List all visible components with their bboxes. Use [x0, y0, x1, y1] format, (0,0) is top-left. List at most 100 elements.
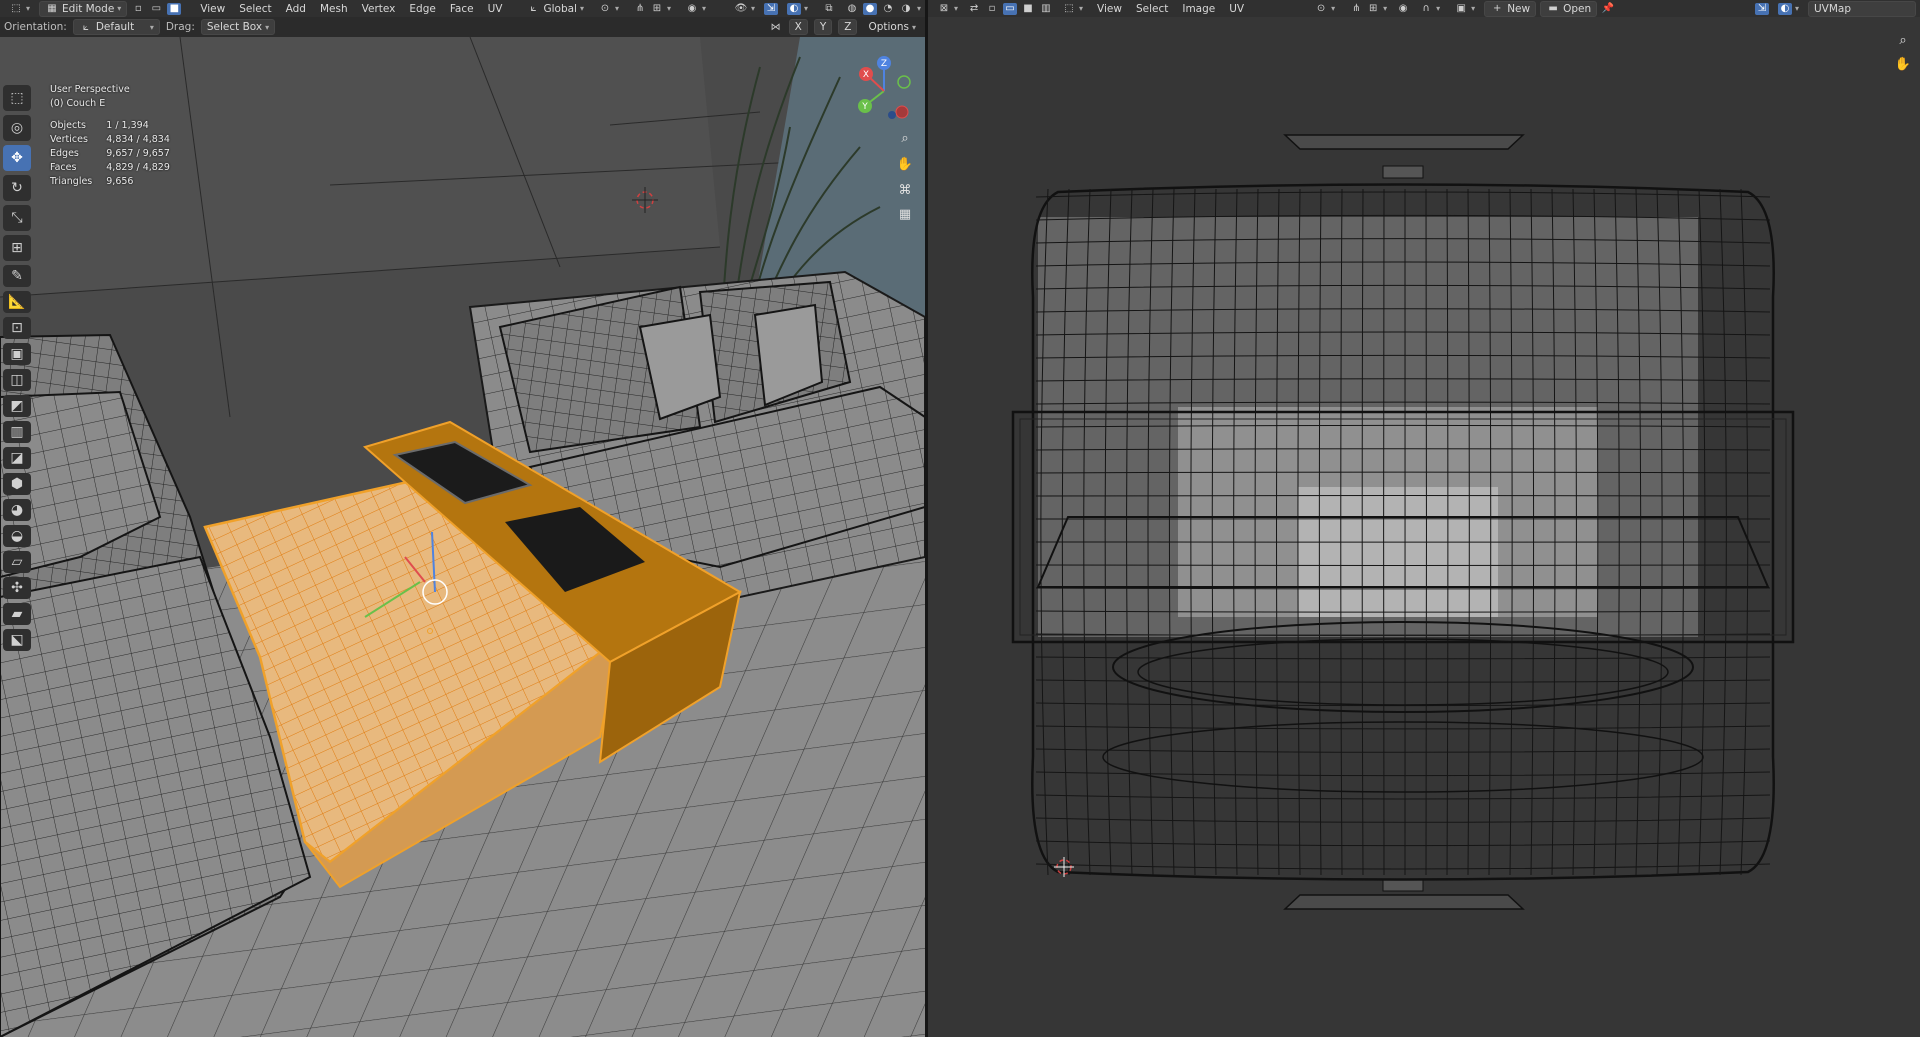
- knife-tool[interactable]: ◪: [3, 447, 31, 469]
- magnet-icon: ⋔: [635, 3, 645, 14]
- uvmap-label: UVMap: [1814, 2, 1852, 15]
- uv-menu-image[interactable]: Image: [1177, 2, 1220, 16]
- tool-settings-bar: Orientation: ⟀ Default ▾ Drag: Select Box ▾…: [0, 17, 925, 37]
- menu-mesh[interactable]: Mesh: [315, 2, 353, 16]
- transform-orientation-label: Global: [543, 2, 577, 15]
- cursor-icon: ⬚: [10, 90, 24, 106]
- zoom-icon[interactable]: ⌕: [894, 127, 916, 149]
- editor-type-button[interactable]: ⬚ ▾: [4, 2, 35, 16]
- wireframe-shading-icon[interactable]: ◍: [845, 3, 859, 15]
- edge-select-icon[interactable]: ▭: [149, 3, 163, 15]
- menu-add[interactable]: Add: [281, 2, 311, 16]
- viewport-stats-overlay: User Perspective (0) Couch E Objects 1 / …: [50, 83, 184, 189]
- uv-face-select-icon[interactable]: ■: [1021, 3, 1035, 15]
- mirror-icon[interactable]: ⋈: [769, 21, 783, 33]
- inset-tool[interactable]: ◫: [3, 369, 31, 391]
- uv-edge-select-icon[interactable]: ▭: [1003, 2, 1018, 15]
- spin-tool[interactable]: ◕: [3, 499, 31, 521]
- uv-pivot-dropdown[interactable]: ⊙ ▾: [1309, 2, 1340, 16]
- 3d-viewport[interactable]: User Perspective (0) Couch E Objects 1 / …: [0, 37, 925, 1037]
- gizmo-toggle-icon[interactable]: ⇲: [763, 2, 778, 15]
- menu-view[interactable]: View: [195, 2, 230, 16]
- bevel-tool[interactable]: ◩: [3, 395, 31, 417]
- shrink-fatten-tool[interactable]: ✣: [3, 577, 31, 599]
- uv-overlay-dropdown[interactable]: ◐ ▾: [1773, 2, 1804, 16]
- menu-uv[interactable]: UV: [483, 2, 508, 16]
- uv-display-dropdown[interactable]: ▣ ▾: [1449, 2, 1480, 16]
- solid-shading-icon[interactable]: ●: [862, 2, 877, 15]
- uv-island-select-icon[interactable]: ▥: [1039, 3, 1053, 15]
- move-icon: ✥: [11, 150, 23, 166]
- tool-shelf: ⬚ ◎ ✥ ↻ ⤡ ⊞ ✎ 📐 ⊡ ▣ ◫ ◩ ▥ ◪ ⬢ ◕ ◒ ▱ ✣ ▰ ⬕: [3, 85, 35, 651]
- pan-hand-icon[interactable]: ✋: [894, 153, 916, 175]
- extrude-tool[interactable]: ▣: [3, 343, 31, 365]
- proportional-edit-dropdown[interactable]: ◉ ▾: [680, 2, 711, 16]
- new-image-button[interactable]: + New: [1484, 0, 1537, 17]
- menu-vertex[interactable]: Vertex: [357, 2, 401, 16]
- perspective-grid-icon[interactable]: ▦: [894, 203, 916, 225]
- drag-dropdown[interactable]: Select Box ▾: [200, 19, 276, 35]
- stat-label: Edges: [50, 148, 79, 159]
- overlay-dropdown[interactable]: ◐ ▾: [782, 2, 813, 16]
- menu-select[interactable]: Select: [234, 2, 276, 16]
- shrink-icon: ✣: [11, 580, 23, 596]
- scale-tool[interactable]: ⤡: [3, 205, 31, 231]
- menu-edge[interactable]: Edge: [404, 2, 440, 16]
- material-shading-icon[interactable]: ◔: [881, 3, 895, 15]
- stats-table: Objects 1 / 1,394 Vertices 4,834 / 4,834 E…: [50, 119, 184, 189]
- uvmap-dropdown[interactable]: UVMap: [1808, 0, 1916, 17]
- uv-proportional-icon[interactable]: ◉: [1396, 3, 1410, 15]
- annotate-tool[interactable]: ✎: [3, 265, 31, 287]
- rotate-tool[interactable]: ↻: [3, 175, 31, 201]
- mirror-x-toggle[interactable]: X: [788, 19, 808, 35]
- plus-icon: +: [1492, 3, 1502, 14]
- pin-icon[interactable]: 📌: [1601, 3, 1615, 15]
- uv-pan-hand-icon[interactable]: ✋: [1892, 53, 1914, 75]
- open-image-button[interactable]: ▬ Open: [1540, 0, 1598, 17]
- edge-slide-tool[interactable]: ▱: [3, 551, 31, 573]
- poly-build-tool[interactable]: ⬢: [3, 473, 31, 495]
- transform-orientation-dropdown[interactable]: ⟀ Global ▾: [521, 2, 589, 16]
- uv-vertex-select-icon[interactable]: ▫: [985, 3, 999, 15]
- uv-menu-uv[interactable]: UV: [1224, 2, 1249, 16]
- uv-zoom-icon[interactable]: ⌕: [1892, 29, 1914, 51]
- navigation-gizmo[interactable]: Z Y X: [852, 55, 922, 125]
- select-box-tool[interactable]: ⬚: [3, 85, 31, 111]
- uv-falloff-dropdown[interactable]: ∩ ▾: [1414, 2, 1445, 16]
- loop-cut-tool[interactable]: ▥: [3, 421, 31, 443]
- rendered-shading-icon[interactable]: ◑: [899, 3, 913, 15]
- mirror-z-toggle[interactable]: Z: [838, 19, 858, 35]
- mirror-y-toggle[interactable]: Y: [813, 19, 833, 35]
- uv-gizmo-toggle-icon[interactable]: ⇲: [1754, 2, 1769, 15]
- mode-dropdown[interactable]: ▦ Edit Mode ▾: [39, 0, 128, 17]
- perspective-label: User Perspective: [50, 84, 130, 95]
- uv-menu-view[interactable]: View: [1092, 2, 1127, 16]
- vertex-select-icon[interactable]: ▫: [131, 3, 145, 15]
- uv-sticky-dropdown[interactable]: ⬚ ▾: [1057, 2, 1088, 16]
- uv-editor-type-button[interactable]: ⊠ ▾: [932, 2, 963, 16]
- cursor-tool[interactable]: ◎: [3, 115, 31, 141]
- menu-face[interactable]: Face: [445, 2, 479, 16]
- smooth-tool[interactable]: ◒: [3, 525, 31, 547]
- visibility-dropdown[interactable]: 👁 ▾: [729, 2, 760, 16]
- sync-selection-icon[interactable]: ⇄: [967, 3, 981, 15]
- shear-tool[interactable]: ▰: [3, 603, 31, 625]
- pivot-dropdown[interactable]: ⊙ ▾: [593, 2, 624, 16]
- options-dropdown[interactable]: Options ▾: [863, 20, 921, 34]
- editor-type-icon: ⬚: [11, 3, 21, 14]
- uv-menu-select[interactable]: Select: [1131, 2, 1173, 16]
- transform-tool[interactable]: ⊞: [3, 235, 31, 261]
- uv-editor-area[interactable]: ⌕ ✋: [928, 17, 1920, 1037]
- stat-label: Triangles: [50, 176, 93, 187]
- rip-region-tool[interactable]: ⬕: [3, 629, 31, 651]
- snap-dropdown[interactable]: ⋔ ⊞ ▾: [628, 2, 676, 16]
- camera-icon[interactable]: ⌘: [894, 179, 916, 201]
- add-cube-tool[interactable]: ⊡: [3, 317, 31, 339]
- orientation-dropdown[interactable]: ⟀ Default ▾: [72, 19, 160, 35]
- xray-toggle[interactable]: ⧉: [817, 2, 841, 16]
- uv-snap-dropdown[interactable]: ⋔ ⊞ ▾: [1344, 2, 1392, 16]
- face-select-icon[interactable]: ■: [167, 2, 182, 15]
- measure-tool[interactable]: 📐: [3, 291, 31, 313]
- object-name-label: (0) Couch E: [50, 98, 106, 109]
- move-tool[interactable]: ✥: [3, 145, 31, 171]
